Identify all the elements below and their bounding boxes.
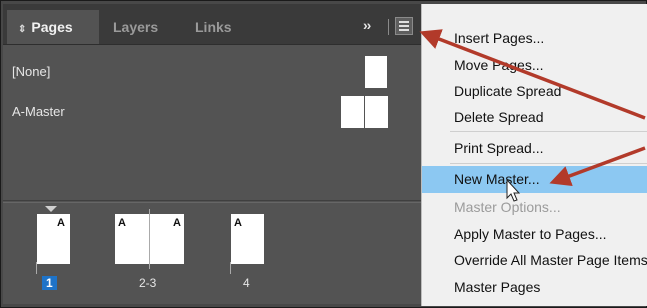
annotation-arrow-to-menu-button [419, 29, 646, 120]
annotation-arrows [419, 29, 646, 186]
annotation-arrow-to-new-master [549, 146, 646, 186]
